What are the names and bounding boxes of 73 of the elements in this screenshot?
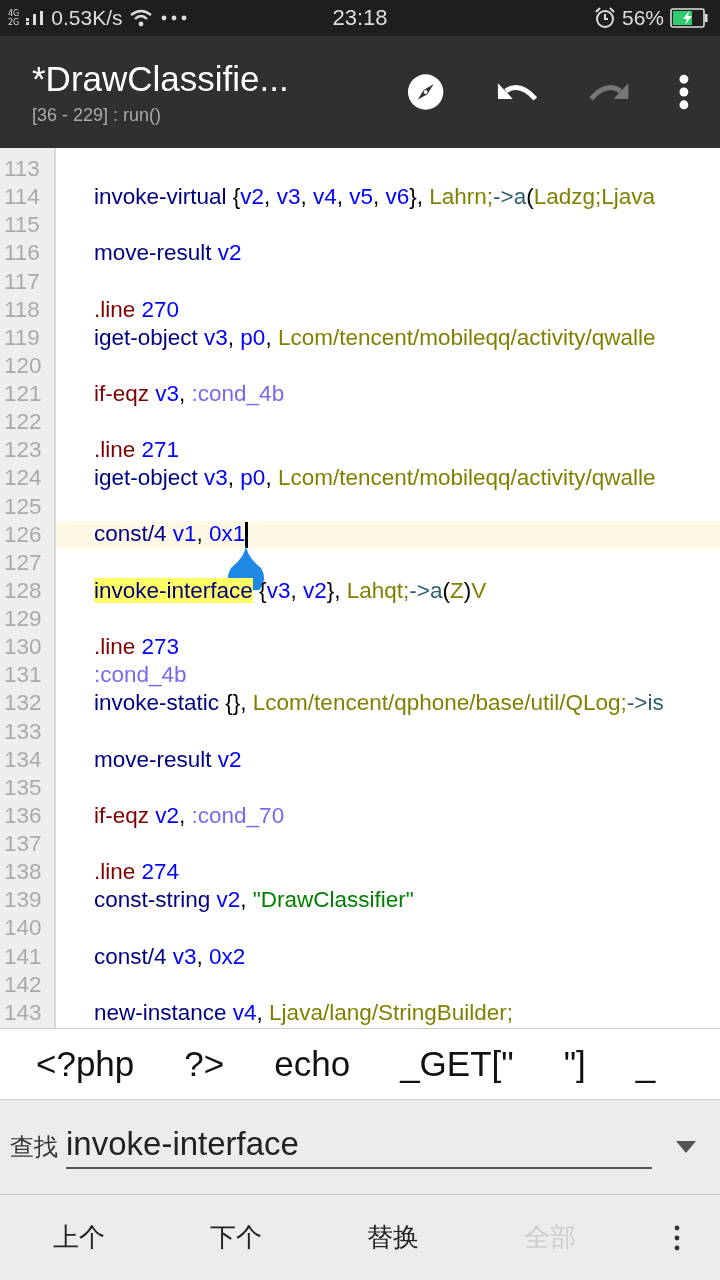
code-line: .line 274: [94, 859, 180, 886]
line-number: 141: [3, 943, 43, 970]
code-line: move-result v2: [94, 746, 242, 773]
line-number: 129: [3, 606, 43, 633]
network-label: 2G: [8, 18, 20, 27]
line-number: 134: [3, 746, 43, 773]
line-number: 117: [3, 268, 41, 295]
line-number: 118: [3, 296, 41, 323]
network-speed: 0.53K/s: [51, 6, 123, 30]
code-line: .line 273: [94, 634, 180, 661]
line-number: 131: [3, 662, 43, 689]
battery-icon: [670, 8, 708, 28]
line-number: 115: [3, 212, 41, 239]
line-number: 138: [3, 859, 43, 886]
code-line: const-string v2, "DrawClassifier": [94, 887, 414, 914]
line-number: 136: [3, 802, 43, 829]
line-number: 121: [3, 381, 43, 408]
line-number: 126: [3, 521, 43, 548]
code-line: invoke-static {}, Lcom/tencent/qphone/base/util/QLog;->is: [94, 690, 664, 717]
find-action-button[interactable]: 替换: [314, 1202, 471, 1273]
code-line: invoke-interface {v3, v2}, Lahqt;->a(Z)V: [94, 577, 487, 604]
line-number: 122: [3, 409, 43, 436]
line-number: 127: [3, 549, 43, 576]
method-range: [36 - 229] : run(): [32, 104, 163, 126]
code-line: move-result v2: [94, 240, 242, 267]
line-number: 128: [3, 577, 43, 604]
snippet-key[interactable]: _: [635, 1044, 656, 1084]
code-line: new-instance v4, Ljava/lang/StringBuilder;: [94, 999, 513, 1026]
dropdown-caret-icon[interactable]: [676, 1141, 696, 1153]
find-field[interactable]: invoke-interface: [66, 1125, 652, 1169]
find-label: 查找: [10, 1132, 58, 1163]
line-number: 116: [3, 240, 41, 267]
line-number: 133: [3, 718, 43, 745]
more-options-icon[interactable]: [674, 1224, 680, 1251]
line-number: 119: [3, 324, 41, 351]
line-number: 113: [3, 156, 41, 183]
code-line: invoke-virtual {v2, v3, v4, v5, v6}, Lahrn;->a(Ladzg;Ljava: [94, 184, 656, 211]
line-number: 132: [3, 690, 43, 717]
line-number: 137: [3, 831, 43, 858]
find-action-button[interactable]: 上个: [0, 1202, 157, 1273]
line-number: 130: [3, 634, 43, 661]
snippet-key[interactable]: "]: [563, 1044, 586, 1084]
code-line: .line 270: [94, 296, 180, 323]
code-line: .line 271: [94, 437, 180, 464]
code-line: :cond_4b: [94, 662, 187, 689]
code-line: if-eqz v3, :cond_4b: [94, 381, 285, 408]
network-label: 4G: [8, 9, 20, 18]
overflow-menu-icon[interactable]: [678, 74, 690, 110]
line-number: 135: [3, 774, 43, 801]
clock: 23:18: [332, 5, 388, 31]
line-number: 139: [3, 887, 43, 914]
find-action-button[interactable]: 下个: [157, 1202, 314, 1273]
line-number: 114: [3, 184, 41, 211]
snippet-key[interactable]: echo: [274, 1044, 351, 1084]
snippet-key[interactable]: _GET[": [400, 1044, 514, 1084]
alarm-icon: [593, 7, 616, 29]
line-number: 143: [3, 999, 43, 1026]
code-line: iget-object v3, p0, Lcom/tencent/mobileqq/activity/qwalle: [94, 465, 656, 492]
file-title: *DrawClassifie...: [32, 58, 290, 99]
snippet-key[interactable]: <?php: [36, 1044, 135, 1084]
line-number: 124: [3, 465, 43, 492]
line-number: 142: [3, 971, 43, 998]
code-line: const/4 v3, 0x2: [94, 943, 246, 970]
line-number: 125: [3, 493, 43, 520]
line-number: 140: [3, 915, 43, 942]
code-line: if-eqz v2, :cond_70: [94, 802, 285, 829]
code-line: iget-object v3, p0, Lcom/tencent/mobileqq/activity/qwalle: [94, 324, 656, 351]
signal-icon: [25, 10, 46, 26]
line-number: 120: [3, 352, 43, 379]
more-icon: [160, 15, 187, 21]
line-number: 123: [3, 437, 43, 464]
snippet-key[interactable]: ?>: [184, 1044, 225, 1084]
battery-percent: 56%: [621, 6, 664, 30]
